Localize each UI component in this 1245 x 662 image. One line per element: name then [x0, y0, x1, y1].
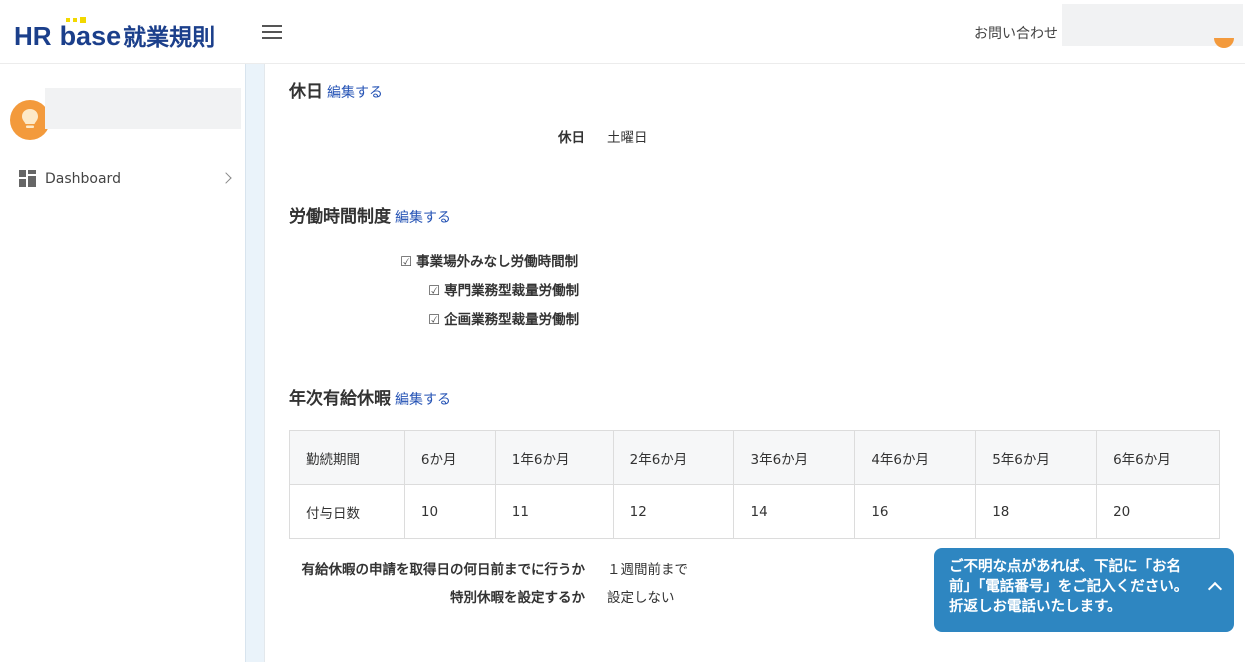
table-cell: 付与日数 [289, 484, 405, 539]
table-cell: 18 [975, 484, 1098, 539]
table-cell: 16 [854, 484, 977, 539]
contact-link[interactable]: お問い合わせ [974, 23, 1058, 43]
table-cell: 1年6か月 [494, 430, 614, 485]
holiday-title: 休日 [289, 82, 323, 102]
user-avatar[interactable] [10, 100, 50, 140]
holiday-label: 休日 [558, 130, 585, 146]
sidebar: Dashboard [0, 64, 245, 662]
table-cell: 14 [733, 484, 856, 539]
sidebar-item-label: Dashboard [45, 171, 121, 187]
work-system-section-title: 労働時間制度 編集する [289, 202, 451, 227]
request-deadline-value: １週間前まで [607, 562, 688, 578]
checked-box-icon: ☑ [400, 254, 413, 270]
logo-hr-text: HR [14, 21, 52, 51]
sidebar-item-dashboard[interactable]: Dashboard [0, 164, 245, 194]
chat-widget[interactable]: ご不明な点があれば、下記に「お名前」「電話番号」をご記入ください。折返しお電話い… [934, 548, 1234, 632]
holiday-section-title: 休日 編集する [289, 77, 383, 102]
logo-dots-icon [65, 17, 86, 23]
table-header-row: 勤続期間 6か月 1年6か月 2年6か月 3年6か月 4年6か月 5年6か月 6… [289, 430, 1220, 485]
checked-box-icon: ☑ [428, 283, 441, 299]
paid-leave-edit-link[interactable]: 編集する [395, 392, 451, 408]
dashboard-grid-icon [19, 170, 36, 187]
table-cell: 5年6か月 [975, 430, 1098, 485]
lightbulb-icon [22, 109, 38, 128]
holiday-value: 土曜日 [607, 130, 648, 146]
chevron-up-icon[interactable] [1207, 581, 1223, 597]
sidebar-user-name-redacted [45, 88, 241, 129]
logo-ja-text: 就業規則 [123, 25, 216, 51]
table-cell: 12 [612, 484, 735, 539]
table-cell: 20 [1096, 484, 1220, 539]
request-deadline-label: 有給休暇の申請を取得日の何日前までに行うか [301, 562, 586, 578]
header-avatar[interactable] [1214, 38, 1234, 48]
table-cell: 11 [494, 484, 614, 539]
hamburger-menu-icon[interactable] [262, 25, 282, 39]
table-cell: 2年6か月 [612, 430, 735, 485]
paid-leave-table: 勤続期間 6か月 1年6か月 2年6か月 3年6か月 4年6か月 5年6か月 6… [289, 430, 1220, 539]
work-system-item: ☑ 専門業務型裁量労働制 [428, 279, 579, 299]
table-cell: 10 [403, 484, 496, 539]
logo-base-text: base [59, 17, 122, 52]
sidebar-divider [245, 64, 265, 662]
work-system-item: ☑ 企画業務型裁量労働制 [428, 308, 579, 328]
table-cell: 6か月 [403, 430, 496, 485]
special-leave-value: 設定しない [607, 590, 675, 606]
work-system-item-label: 企画業務型裁量労働制 [444, 312, 580, 328]
work-system-item: ☑ 事業場外みなし労働時間制 [400, 250, 578, 270]
table-cell: 6年6か月 [1096, 430, 1220, 485]
table-cell: 勤続期間 [289, 430, 405, 485]
chevron-right-icon [220, 172, 232, 184]
work-system-title: 労働時間制度 [289, 207, 391, 227]
chat-message: ご不明な点があれば、下記に「お名前」「電話番号」をご記入ください。折返しお電話い… [949, 559, 1189, 615]
app-logo[interactable]: HR base 就業規則 [14, 17, 216, 52]
checked-box-icon: ☑ [428, 312, 441, 328]
special-leave-label: 特別休暇を設定するか [450, 590, 585, 606]
holiday-edit-link[interactable]: 編集する [327, 85, 383, 101]
work-system-edit-link[interactable]: 編集する [395, 210, 451, 226]
paid-leave-section-title: 年次有給休暇 編集する [289, 384, 451, 409]
logo-base-word: base [59, 21, 122, 51]
table-cell: 4年6か月 [854, 430, 977, 485]
table-row: 付与日数 10 11 12 14 16 18 20 [289, 484, 1220, 539]
paid-leave-title: 年次有給休暇 [289, 389, 391, 409]
work-system-item-label: 事業場外みなし労働時間制 [416, 254, 579, 270]
app-header: HR base 就業規則 お問い合わせ [0, 0, 1245, 64]
work-system-item-label: 専門業務型裁量労働制 [444, 283, 580, 299]
table-cell: 3年6か月 [733, 430, 856, 485]
